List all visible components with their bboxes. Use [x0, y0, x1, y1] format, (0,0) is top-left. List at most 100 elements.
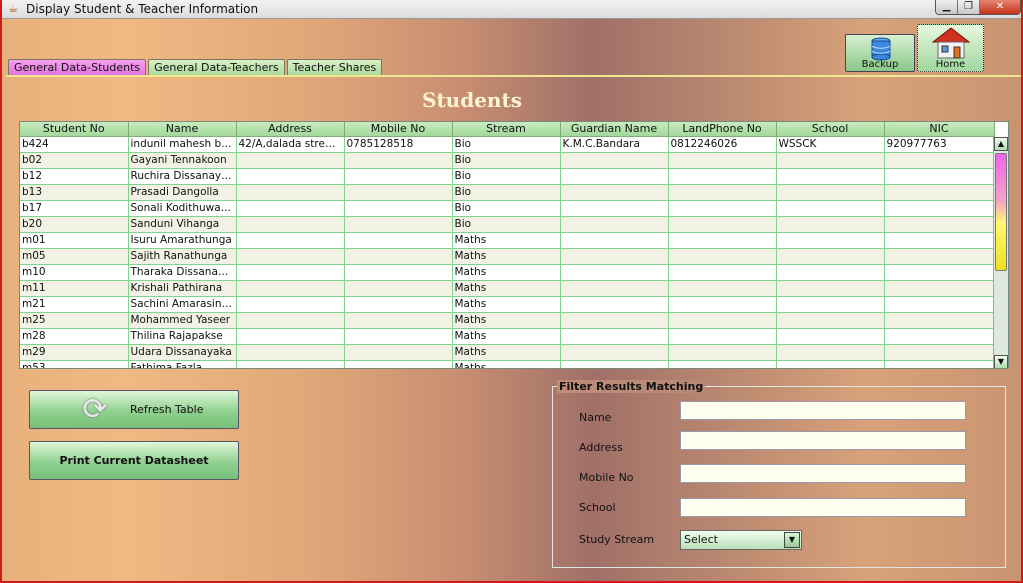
table-cell[interactable]: b13 [20, 184, 129, 201]
table-cell[interactable] [668, 360, 777, 368]
table-cell[interactable] [560, 248, 669, 265]
close-icon[interactable]: ✕ [980, 0, 1020, 14]
table-cell[interactable]: Sajith Ranathunga [128, 248, 237, 265]
table-cell[interactable]: Fathima Fazla [128, 360, 237, 368]
table-cell[interactable]: Bio [452, 136, 561, 153]
column-header[interactable]: Stream [452, 122, 561, 137]
table-cell[interactable] [560, 280, 669, 297]
table-cell[interactable] [560, 200, 669, 217]
study-stream-select[interactable]: Select ▼ [680, 530, 802, 550]
table-row[interactable]: b20 Sanduni Vihanga Bio [20, 216, 995, 233]
table-cell[interactable] [344, 344, 453, 361]
column-header[interactable]: School [776, 122, 885, 137]
table-cell[interactable] [884, 200, 995, 217]
table-cell[interactable]: b02 [20, 152, 129, 169]
table-cell[interactable] [884, 264, 995, 281]
table-cell[interactable] [236, 312, 345, 329]
table-cell[interactable] [560, 312, 669, 329]
table-cell[interactable] [776, 296, 885, 313]
table-cell[interactable] [668, 280, 777, 297]
table-cell[interactable] [884, 312, 995, 329]
table-cell[interactable] [776, 168, 885, 185]
table-cell[interactable]: m21 [20, 296, 129, 313]
table-cell[interactable] [776, 184, 885, 201]
table-row[interactable]: b02 Gayani Tennakoon Bio [20, 152, 995, 169]
table-cell[interactable]: m01 [20, 232, 129, 249]
table-cell[interactable] [884, 360, 995, 368]
table-cell[interactable] [236, 280, 345, 297]
table-cell[interactable]: Maths [452, 232, 561, 249]
table-cell[interactable] [560, 184, 669, 201]
table-row[interactable]: m01 Isuru Amarathunga Maths [20, 232, 995, 249]
table-row[interactable]: b13 Prasadi Dangolla Bio [20, 184, 995, 201]
backup-button[interactable]: Backup [845, 34, 915, 72]
table-cell[interactable] [236, 200, 345, 217]
table-cell[interactable] [560, 168, 669, 185]
table-cell[interactable]: Gayani Tennakoon [128, 152, 237, 169]
table-cell[interactable] [776, 360, 885, 368]
name-filter-input[interactable] [680, 401, 966, 420]
table-cell[interactable] [344, 184, 453, 201]
table-row[interactable]: m25 Mohammed Yaseer Maths [20, 312, 995, 329]
table-cell[interactable] [344, 264, 453, 281]
table-cell[interactable] [668, 232, 777, 249]
scroll-thumb[interactable] [995, 153, 1007, 271]
tab-general-data-teachers[interactable]: General Data-Teachers [148, 59, 285, 76]
table-cell[interactable] [668, 168, 777, 185]
table-cell[interactable]: m29 [20, 344, 129, 361]
table-cell[interactable] [776, 280, 885, 297]
table-row[interactable]: b12 Ruchira Dissanayaka Bio [20, 168, 995, 185]
table-cell[interactable] [344, 280, 453, 297]
table-cell[interactable] [560, 296, 669, 313]
table-cell[interactable]: WSSCK [776, 136, 885, 153]
column-header[interactable]: Guardian Name [560, 122, 669, 137]
table-cell[interactable] [668, 344, 777, 361]
table-cell[interactable] [668, 216, 777, 233]
table-cell[interactable] [236, 232, 345, 249]
table-cell[interactable]: Maths [452, 360, 561, 368]
table-cell[interactable] [884, 280, 995, 297]
column-header[interactable]: NIC [884, 122, 995, 137]
table-cell[interactable]: b424 [20, 136, 129, 153]
table-cell[interactable] [560, 344, 669, 361]
table-cell[interactable] [344, 200, 453, 217]
table-cell[interactable]: 42/A,dalada street... [236, 136, 345, 153]
school-filter-input[interactable] [680, 498, 966, 517]
table-cell[interactable] [344, 152, 453, 169]
table-row[interactable]: m28 Thilina Rajapakse Maths [20, 328, 995, 345]
table-cell[interactable] [776, 232, 885, 249]
table-cell[interactable]: m10 [20, 264, 129, 281]
table-cell[interactable] [344, 216, 453, 233]
table-cell[interactable] [776, 200, 885, 217]
table-cell[interactable] [668, 264, 777, 281]
table-cell[interactable]: Ruchira Dissanayaka [128, 168, 237, 185]
table-cell[interactable]: Maths [452, 264, 561, 281]
table-cell[interactable] [344, 232, 453, 249]
table-cell[interactable]: Sanduni Vihanga [128, 216, 237, 233]
table-cell[interactable] [884, 216, 995, 233]
table-cell[interactable] [884, 152, 995, 169]
table-cell[interactable]: Sachini Amarasinghe [128, 296, 237, 313]
table-cell[interactable]: K.M.C.Bandara [560, 136, 669, 153]
table-row[interactable]: m11 Krishali Pathirana Maths [20, 280, 995, 297]
table-cell[interactable]: Maths [452, 296, 561, 313]
table-cell[interactable] [236, 296, 345, 313]
table-row[interactable]: m10 Tharaka Dissanayaka Maths [20, 264, 995, 281]
table-cell[interactable]: Maths [452, 280, 561, 297]
table-cell[interactable] [236, 168, 345, 185]
table-cell[interactable]: b12 [20, 168, 129, 185]
table-cell[interactable]: b17 [20, 200, 129, 217]
table-cell[interactable] [884, 168, 995, 185]
table-cell[interactable]: Krishali Pathirana [128, 280, 237, 297]
table-cell[interactable]: Isuru Amarathunga [128, 232, 237, 249]
table-cell[interactable]: m11 [20, 280, 129, 297]
table-cell[interactable] [884, 232, 995, 249]
column-header[interactable]: Name [128, 122, 237, 137]
table-cell[interactable] [236, 360, 345, 368]
address-filter-input[interactable] [680, 431, 966, 450]
table-cell[interactable]: Maths [452, 248, 561, 265]
table-cell[interactable]: 0812246026 [668, 136, 777, 153]
column-header[interactable]: LandPhone No [668, 122, 777, 137]
table-row[interactable]: m29 Udara Dissanayaka Maths [20, 344, 995, 361]
table-cell[interactable]: m53 [20, 360, 129, 368]
